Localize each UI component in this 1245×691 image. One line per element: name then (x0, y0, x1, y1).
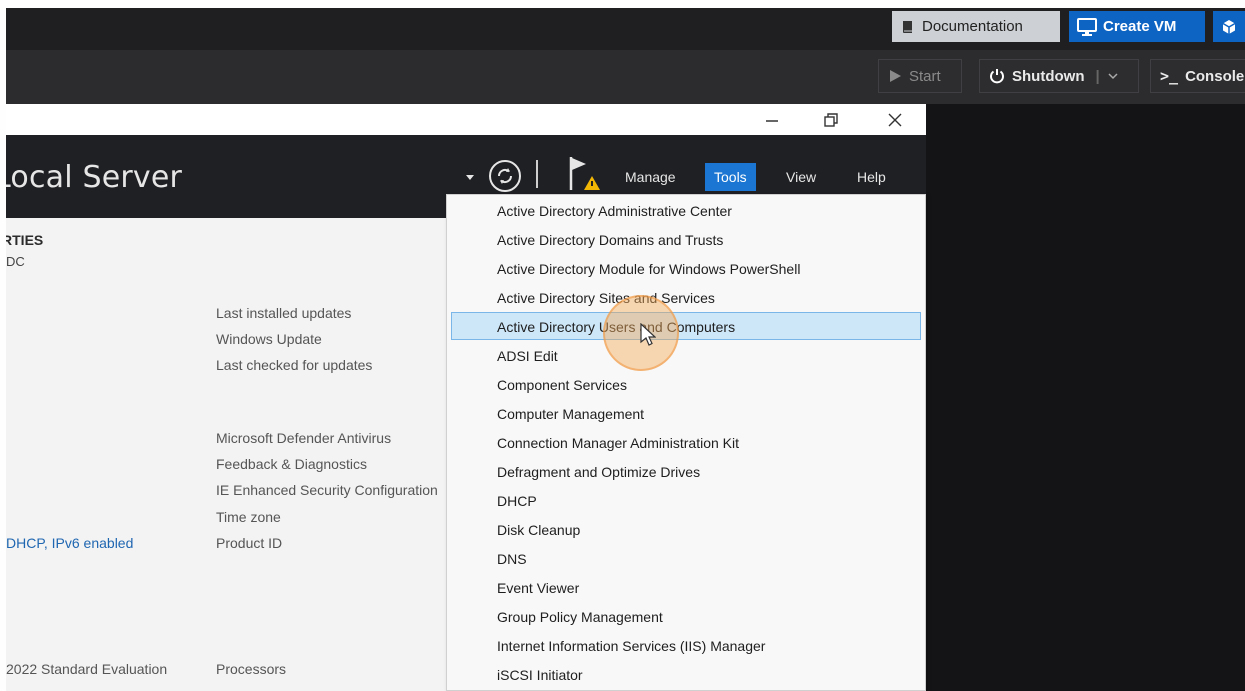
tools-item-component-services[interactable]: Component Services (497, 377, 627, 393)
tools-item-ad-sites-services[interactable]: Active Directory Sites and Services (497, 290, 715, 306)
console-button[interactable]: >_ Console (1150, 59, 1245, 93)
section-subtitle-text: DC (6, 254, 25, 269)
tools-item-cmak[interactable]: Connection Manager Administration Kit (497, 435, 739, 451)
prop-last-checked-updates: Last checked for updates (216, 357, 373, 373)
tools-item-dns[interactable]: DNS (497, 551, 527, 567)
prop-processors: Processors (216, 661, 287, 677)
page-title: Local Server (0, 160, 183, 195)
menu-tools[interactable]: Tools (705, 163, 756, 191)
tools-item-disk-cleanup[interactable]: Disk Cleanup (497, 522, 580, 538)
minimize-icon (766, 119, 778, 122)
prop-ie-esc: IE Enhanced Security Configuration (216, 482, 438, 498)
os-value[interactable]: 2022 Standard Evaluation (6, 661, 167, 677)
container-button[interactable] (1213, 11, 1245, 42)
refresh-icon[interactable] (487, 158, 523, 194)
terminal-icon: >_ (1160, 67, 1179, 85)
left-edge (0, 0, 6, 691)
minimize-button[interactable] (752, 104, 792, 135)
notifications-flag-icon[interactable] (566, 154, 606, 194)
prop-last-installed-updates: Last installed updates (216, 305, 352, 321)
create-vm-button[interactable]: Create VM (1069, 11, 1205, 42)
prop-defender: Microsoft Defender Antivirus (216, 430, 392, 446)
close-icon (888, 113, 902, 126)
tools-item-adsi-edit[interactable]: ADSI Edit (497, 348, 558, 364)
vm-background (926, 104, 1245, 691)
power-icon (990, 69, 1004, 84)
shutdown-button[interactable]: Shutdown | (979, 59, 1139, 93)
monitor-icon (1077, 17, 1097, 36)
mouse-cursor-icon (640, 323, 656, 346)
prop-time-zone: Time zone (216, 509, 281, 525)
prop-feedback: Feedback & Diagnostics (216, 456, 367, 472)
header-divider (536, 160, 538, 188)
restore-button[interactable] (811, 104, 851, 135)
create-vm-label: Create VM (1103, 18, 1177, 35)
documentation-button[interactable]: Documentation (892, 11, 1060, 42)
tools-item-computer-management[interactable]: Computer Management (497, 406, 644, 422)
tools-item-group-policy[interactable]: Group Policy Management (497, 609, 663, 625)
start-label: Start (909, 67, 941, 85)
play-icon (890, 70, 901, 82)
prop-windows-update: Windows Update (216, 331, 322, 347)
tools-item-iis-manager[interactable]: Internet Information Services (IIS) Mana… (497, 638, 765, 654)
tools-item-ad-powershell[interactable]: Active Directory Module for Windows Powe… (497, 261, 800, 277)
documentation-label: Documentation (922, 18, 1023, 35)
tools-item-defragment[interactable]: Defragment and Optimize Drives (497, 464, 700, 480)
properties-panel (6, 218, 446, 691)
menu-manage[interactable]: Manage (616, 160, 685, 194)
start-button[interactable]: Start (878, 59, 962, 93)
tools-item-dhcp[interactable]: DHCP (497, 493, 537, 509)
console-label: Console (1185, 67, 1245, 85)
restore-icon (824, 112, 838, 127)
tools-item-ad-admin-center[interactable]: Active Directory Administrative Center (497, 203, 732, 219)
tools-item-event-viewer[interactable]: Event Viewer (497, 580, 579, 596)
cube-icon (1222, 19, 1236, 34)
prop-product-id: Product ID (216, 535, 283, 551)
close-button[interactable] (875, 104, 915, 135)
tools-item-iscsi-initiator[interactable]: iSCSI Initiator (497, 667, 583, 683)
menu-help[interactable]: Help (848, 160, 895, 194)
book-icon (903, 20, 912, 33)
shutdown-label: Shutdown (1012, 67, 1085, 85)
section-title-text: PROPERTIES (2, 232, 44, 248)
section-subtitle: DC (6, 254, 25, 269)
tools-item-ad-domains-trusts[interactable]: Active Directory Domains and Trusts (497, 232, 723, 248)
section-title: PROPERTIES (6, 232, 96, 248)
ethernet-link[interactable]: DHCP, IPv6 enabled (6, 535, 133, 551)
shutdown-divider: | (1095, 67, 1100, 85)
menu-view[interactable]: View (777, 160, 825, 194)
chevron-down-icon[interactable] (1107, 70, 1119, 82)
dropdown-arrow-icon[interactable] (465, 174, 475, 182)
